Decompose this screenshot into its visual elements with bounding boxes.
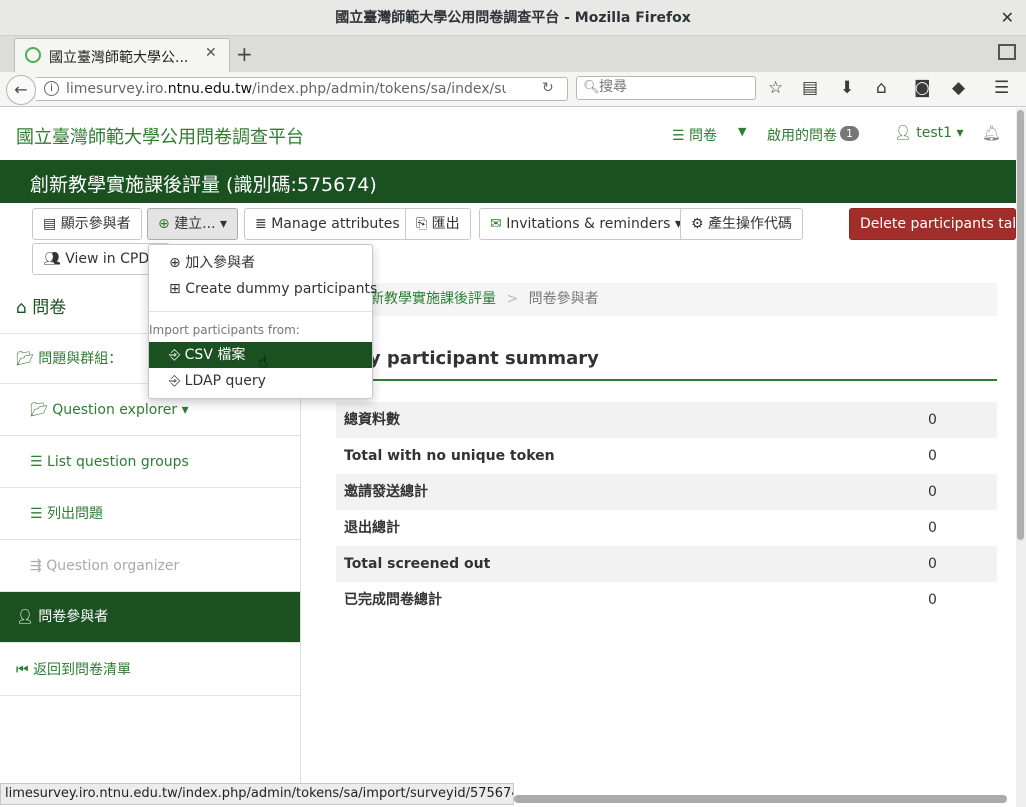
attributes-icon: ≣: [255, 216, 272, 232]
menu-item-ldap[interactable]: ⎆ LDAP query: [149, 368, 372, 394]
chevron-down-icon[interactable]: ▼: [738, 125, 746, 138]
plus-circle-icon: ⊕: [158, 216, 175, 232]
row-value: 0: [928, 556, 937, 572]
download-icon[interactable]: ⬇: [840, 78, 854, 98]
manage-attributes-button[interactable]: ≣ Manage attributes: [244, 208, 411, 240]
bookmark-star-icon[interactable]: ☆: [768, 78, 783, 98]
row-value: 0: [928, 484, 937, 500]
url-text[interactable]: limesurvey.iro.ntnu.edu.tw/index.php/adm…: [66, 81, 506, 97]
user-icon: 👤︎: [894, 125, 917, 141]
sidebar-item-list-groups[interactable]: ☰ List question groups: [0, 436, 300, 488]
gear-icon: ⚙: [691, 216, 709, 232]
status-bar-url: limesurvey.iro.ntnu.edu.tw/index.php/adm…: [0, 783, 514, 805]
row-label: 總資料數: [344, 412, 400, 428]
create-button[interactable]: ⊕ 建立... ▾: [147, 208, 239, 240]
survey-title: 創新教學實施課後評量 (識別碼:575674): [30, 174, 377, 196]
list-icon: ▤: [43, 216, 61, 232]
sidebar-item-back-to-list[interactable]: ⏮︎ 返回到問卷清單: [0, 644, 300, 696]
hand-cursor-icon: ☝: [258, 352, 268, 371]
active-surveys-link[interactable]: 啟用的問卷: [767, 125, 837, 145]
active-count-badge: 1: [840, 126, 859, 141]
sidebar-item-participants[interactable]: 👤︎ 問卷參與者: [0, 592, 300, 643]
vertical-scrollbar-thumb[interactable]: [1017, 110, 1024, 540]
plus-square-icon: ⊞: [169, 281, 186, 297]
envelope-icon: ✉: [490, 216, 507, 232]
bell-icon[interactable]: 🔔︎: [982, 124, 1001, 142]
browser-tab[interactable]: 國立臺灣師範大學公... ✕: [14, 38, 230, 72]
home-icon: ⌂: [16, 298, 33, 318]
search-icon: 🔍︎: [583, 80, 600, 95]
export-icon: ⎘: [416, 216, 432, 232]
table-row: 總資料數 0: [336, 402, 997, 438]
row-value: 0: [928, 592, 937, 608]
create-dropdown-menu: ⊕ 加入參與者 ⊞ Create dummy participants Impo…: [148, 244, 377, 399]
row-value: 0: [928, 412, 937, 428]
search-input[interactable]: [599, 79, 749, 95]
table-row: Total screened out 0: [336, 546, 997, 582]
url-bar[interactable]: i limesurvey.iro.ntnu.edu.tw/index.php/a…: [36, 77, 568, 101]
pocket-icon[interactable]: ◙: [914, 78, 931, 98]
tab-list-icon[interactable]: [998, 44, 1016, 60]
import-icon: ⎆: [169, 347, 185, 363]
user-menu[interactable]: 👤︎ test1 ▾: [894, 125, 964, 141]
step-backward-icon: ⏮︎: [16, 662, 34, 678]
breadcrumb-separator: >: [506, 291, 519, 307]
users-icon: 👥︎: [43, 251, 66, 267]
reload-icon[interactable]: ↻: [542, 80, 554, 96]
back-icon[interactable]: ←: [6, 75, 36, 105]
organizer-icon: ⇶: [30, 558, 47, 574]
table-row: 已完成問卷總計 0: [336, 582, 997, 618]
info-icon[interactable]: i: [44, 81, 59, 96]
row-label: 已完成問卷總計: [344, 592, 442, 608]
folder-open-icon: 📂︎: [16, 351, 39, 367]
row-value: 0: [928, 448, 937, 464]
sidebar-item-question-organizer[interactable]: ⇶ Question organizer: [0, 540, 300, 592]
menu-header: Import participants from:: [149, 323, 300, 337]
new-tab-icon[interactable]: +: [236, 42, 253, 66]
generate-tokens-button[interactable]: ⚙ 產生操作代碼: [680, 208, 804, 240]
breadcrumb-current: 問卷參與者: [528, 291, 599, 307]
table-row: Total with no unique token 0: [336, 438, 997, 474]
display-participants-button[interactable]: ▤ 顯示參與者: [32, 208, 142, 240]
search-box[interactable]: 🔍︎: [576, 76, 756, 100]
row-label: 退出總計: [344, 520, 400, 536]
reading-list-icon[interactable]: ▤: [802, 78, 818, 98]
tab-close-icon[interactable]: ✕: [205, 45, 217, 61]
window-title: 國立臺灣師範大學公用問卷調查平台 - Mozilla Firefox: [0, 0, 1026, 36]
user-icon: 👤︎: [16, 609, 39, 625]
folder-open-icon: 📂︎: [30, 402, 53, 418]
surveys-menu[interactable]: ☰ 問卷: [672, 125, 717, 145]
menu-item-add-participant[interactable]: ⊕ 加入參與者: [149, 250, 372, 276]
table-row: 退出總計 0: [336, 510, 997, 546]
summary-divider: [336, 379, 997, 381]
table-row: 邀請發送總計 0: [336, 474, 997, 510]
breadcrumb-survey-link[interactable]: 新教學實施課後評量: [370, 291, 496, 307]
list-icon: ☰: [30, 506, 48, 522]
hamburger-menu-icon[interactable]: ☰: [994, 78, 1009, 98]
horizontal-scrollbar[interactable]: [514, 795, 1007, 803]
plus-circle-icon: ⊕: [169, 255, 186, 271]
row-value: 0: [928, 520, 937, 536]
list-icon: ☰: [672, 128, 690, 144]
export-button[interactable]: ⎘ 匯出: [405, 208, 471, 240]
import-icon: ⎆: [169, 373, 185, 389]
row-label: Total with no unique token: [344, 448, 555, 464]
menu-divider: [149, 311, 372, 312]
breadcrumb: 新教學實施課後評量 > 問卷參與者: [336, 283, 997, 316]
window-close-icon[interactable]: ✕: [1001, 0, 1014, 36]
list-icon: ☰: [30, 454, 48, 470]
favicon-icon: [25, 47, 41, 63]
tab-label: 國立臺灣師範大學公...: [49, 50, 189, 66]
menu-item-create-dummy[interactable]: ⊞ Create dummy participants: [149, 276, 377, 302]
sync-icon[interactable]: ◆: [952, 78, 965, 98]
home-icon[interactable]: ⌂: [876, 78, 887, 98]
invitations-reminders-button[interactable]: ✉ Invitations & reminders ▾: [479, 208, 693, 240]
delete-participants-table-button[interactable]: Delete participants table: [849, 208, 1016, 240]
row-label: 邀請發送總計: [344, 484, 428, 500]
sidebar-item-list-questions[interactable]: ☰ 列出問題: [0, 488, 300, 540]
row-label: Total screened out: [344, 556, 491, 572]
summary-title: rvey participant summary: [336, 348, 599, 369]
site-title[interactable]: 國立臺灣師範大學公用問卷調查平台: [16, 123, 304, 149]
